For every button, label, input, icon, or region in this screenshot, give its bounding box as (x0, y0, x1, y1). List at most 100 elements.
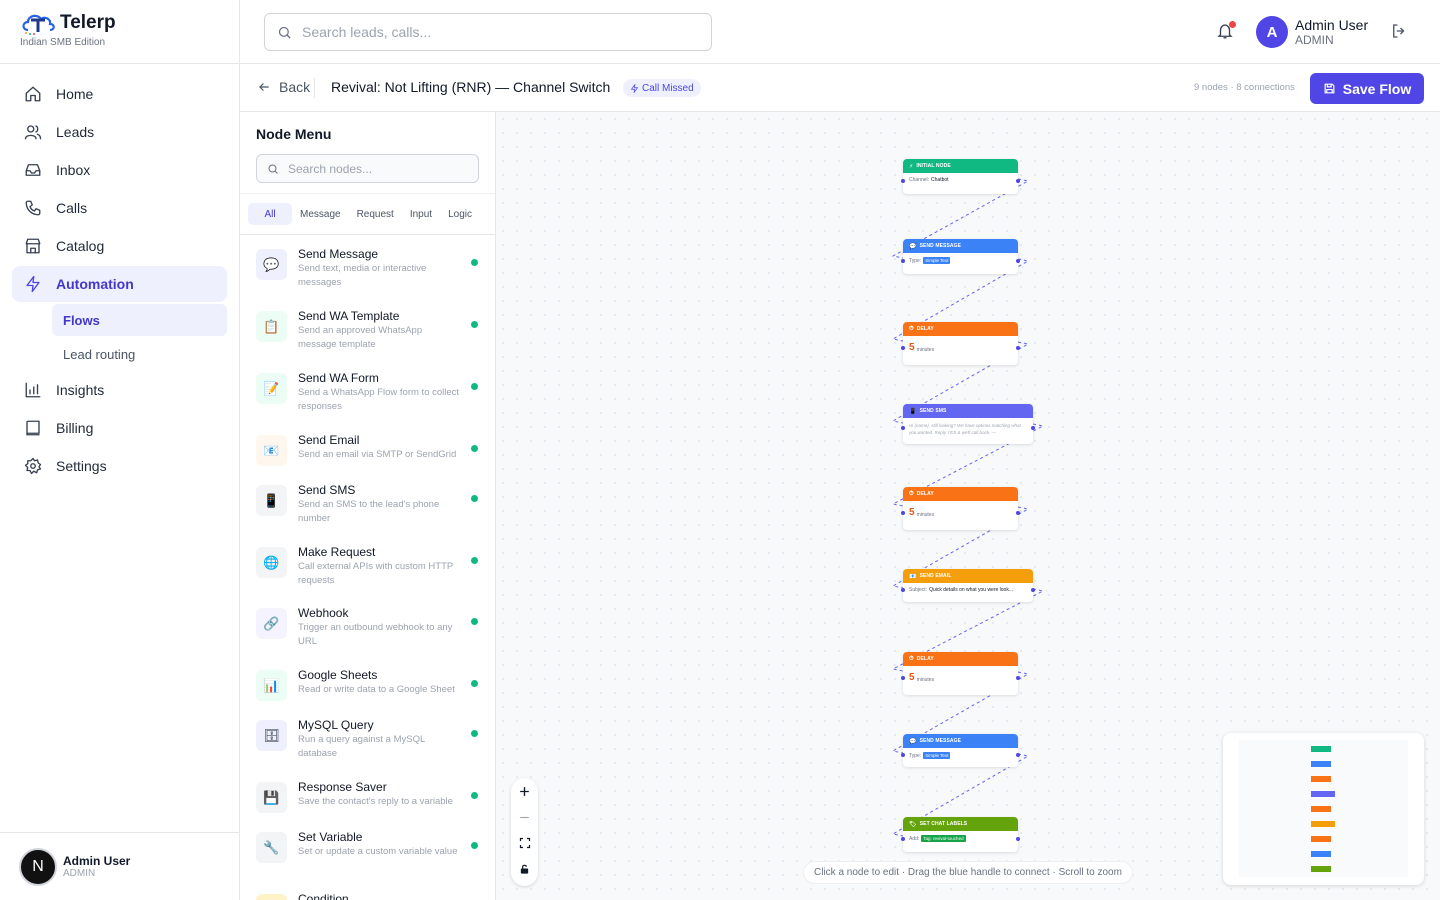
node-menu-item[interactable]: 💾 Response Saver Save the contact's reply … (240, 769, 495, 819)
output-handle[interactable] (1016, 178, 1020, 183)
output-handle[interactable] (1016, 510, 1020, 515)
output-handle[interactable] (1016, 836, 1020, 841)
flow-node[interactable]: 💬 SEND MESSAGE Type: Simple Text (901, 734, 1020, 767)
available-dot (471, 842, 478, 849)
tab-input[interactable]: Input (402, 203, 440, 225)
node-type-icon: 💬 (909, 243, 917, 250)
node-menu-item[interactable]: 🔀 Condition (240, 881, 495, 900)
topbar-user[interactable]: Admin User ADMIN (1295, 17, 1368, 47)
input-handle[interactable] (901, 510, 905, 515)
node-menu-item[interactable]: 📱 Send SMS Send an SMS to the lead's phone… (240, 472, 495, 534)
output-handle[interactable] (1016, 345, 1020, 350)
flow-node[interactable]: ⏱ DELAY 5 minutes (901, 322, 1020, 365)
nav-item-catalog[interactable]: Catalog (12, 228, 227, 264)
available-dot (471, 792, 478, 799)
input-handle[interactable] (901, 836, 905, 841)
flow-node[interactable]: 💬 SEND MESSAGE Type: Simple Text (901, 239, 1020, 274)
flow-node[interactable]: ⏱ DELAY 5 minutes (901, 652, 1020, 695)
notifications-button[interactable] (1216, 21, 1236, 43)
input-handle[interactable] (901, 345, 905, 350)
flow-node-title: SEND SMS (919, 408, 947, 414)
main-nav: Home Leads Inbox Calls Catalog Automatio… (0, 64, 239, 498)
send-email-icon: 📧 (256, 435, 287, 466)
output-handle[interactable] (1016, 752, 1020, 757)
tab-all[interactable]: All (248, 203, 292, 225)
nav-item-home[interactable]: Home (12, 76, 227, 112)
global-search[interactable] (264, 13, 712, 51)
search-icon (268, 164, 278, 174)
topbar-user-name: Admin User (1295, 17, 1369, 33)
zoom-out-button[interactable] (511, 804, 538, 830)
save-flow-button[interactable]: Save Flow (1310, 73, 1424, 104)
nav-item-inbox[interactable]: Inbox (12, 152, 227, 188)
nav-item-leads[interactable]: Leads (12, 114, 227, 150)
node-search[interactable] (256, 154, 479, 183)
search-input[interactable] (302, 24, 682, 40)
output-handle[interactable] (1016, 675, 1020, 680)
flow-node[interactable]: ⏱ DELAY 5 minutes (901, 487, 1020, 530)
input-handle[interactable] (901, 587, 905, 592)
node-search-input[interactable] (288, 161, 458, 176)
brand[interactable]: Telerp Indian SMB Edition (0, 0, 239, 64)
minimap[interactable] (1223, 733, 1424, 885)
node-menu-item[interactable]: 🔧 Set Variable Set or update a custom vari… (240, 819, 495, 881)
nav-item-label: Catalog (56, 238, 105, 254)
fit-view-button[interactable] (511, 830, 538, 856)
input-handle[interactable] (901, 675, 905, 680)
lock-button[interactable] (511, 856, 538, 882)
back-button[interactable]: Back (257, 79, 310, 95)
output-handle[interactable] (1016, 258, 1020, 263)
node-menu-item-name: Condition (298, 892, 349, 900)
input-handle[interactable] (901, 426, 905, 430)
nav-item-settings[interactable]: Settings (12, 448, 227, 484)
node-field-value: Chatbot (931, 177, 949, 183)
node-menu-item[interactable]: 🔗 Webhook Trigger an outbound webhook to a… (240, 595, 495, 657)
avatar[interactable]: A (1256, 16, 1288, 48)
delay-unit: minutes (916, 511, 935, 518)
notification-dot (1229, 21, 1236, 28)
node-menu-item[interactable]: 💬 Send Message Send text, media or interac… (240, 236, 495, 298)
input-handle[interactable] (901, 258, 905, 263)
output-handle[interactable] (1031, 426, 1035, 430)
flow-node[interactable]: ⚡ INITIAL NODE Channel: Chatbot (901, 159, 1020, 194)
subnav-item-flows[interactable]: Flows (52, 304, 227, 336)
nav-item-automation[interactable]: Automation (12, 266, 227, 302)
node-menu-item-name: Send SMS (298, 483, 356, 497)
flow-node-title: SEND MESSAGE (919, 243, 962, 249)
input-handle[interactable] (901, 178, 905, 183)
node-menu-item[interactable]: 🗄 MySQL Query Run a query against a MySQL … (240, 707, 495, 769)
tab-message[interactable]: Message (292, 203, 349, 225)
node-menu-item[interactable]: 📋 Send WA Template Send an approved WhatsA… (240, 298, 495, 360)
users-icon (24, 125, 42, 140)
minimap-node (1311, 776, 1331, 782)
node-menu-item[interactable]: 🌐 Make Request Call external APIs with cus… (240, 534, 495, 595)
subnav-item-label: Flows (63, 312, 100, 328)
tab-request[interactable]: Request (349, 203, 402, 225)
node-menu-item[interactable]: 📊 Google Sheets Read or write data to a Go… (240, 657, 495, 707)
make-request-icon: 🌐 (256, 547, 287, 578)
delay-unit: minutes (916, 346, 935, 353)
zoom-in-button[interactable] (511, 778, 538, 804)
flow-canvas[interactable]: ⚡ INITIAL NODE Channel: Chatbot 💬 SEND MESSAG… (496, 112, 1440, 900)
flow-node-header: 🏷 SET CHAT LABELS (903, 817, 1018, 831)
node-menu-item-name: Send Email (298, 433, 360, 447)
node-menu-item[interactable]: 📧 Send Email Send an email via SMTP or Sen… (240, 422, 495, 472)
flow-node[interactable]: 📧 SEND EMAIL Subject: Quick details on what… (901, 569, 1035, 602)
nav-item-billing[interactable]: Billing (12, 410, 227, 446)
logout-button[interactable] (1390, 22, 1408, 45)
nav-item-insights[interactable]: Insights (12, 372, 227, 408)
sidebar-user[interactable]: N Admin User ADMIN (0, 832, 239, 900)
flow-node[interactable]: 📱 SEND SMS Hi {name}, still looking? We ha… (901, 404, 1035, 444)
tab-logic[interactable]: Logic (440, 203, 480, 225)
available-dot (471, 259, 478, 266)
output-handle[interactable] (1031, 587, 1035, 592)
trigger-badge: Call Missed (623, 79, 701, 97)
nav-item-calls[interactable]: Calls (12, 190, 227, 226)
node-menu-title: Node Menu (256, 126, 332, 142)
node-field-label: Type: (909, 257, 922, 264)
node-menu-item[interactable]: 📝 Send WA Form Send a WhatsApp Flow form t… (240, 360, 495, 422)
subnav-item-lead-routing[interactable]: Lead routing (52, 338, 227, 370)
input-handle[interactable] (901, 752, 905, 757)
flow-node[interactable]: 🏷 SET CHAT LABELS Add: Tag: revival-touched (901, 817, 1020, 852)
minimap-node (1311, 806, 1331, 812)
